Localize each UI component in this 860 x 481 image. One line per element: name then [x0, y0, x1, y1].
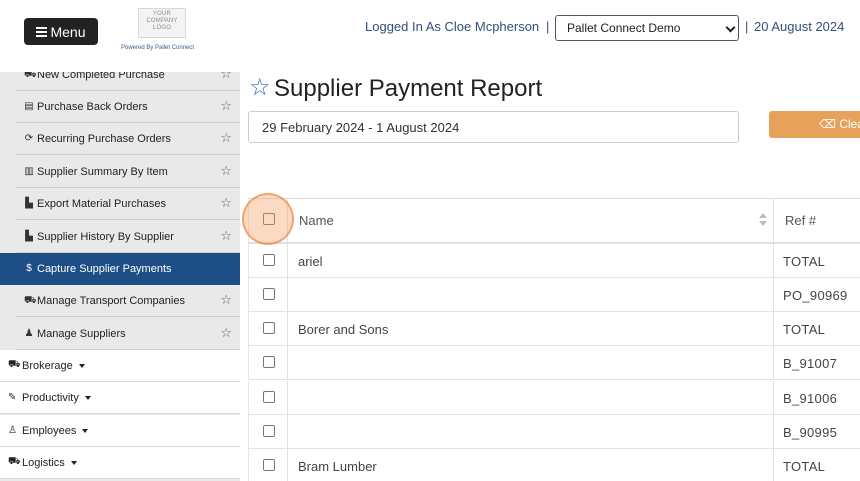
- table-row[interactable]: B_91007: [248, 346, 860, 380]
- star-icon[interactable]: ☆: [220, 229, 232, 242]
- current-date: 20 August 2024: [754, 19, 845, 34]
- company-logo[interactable]: YOUR COMPANY LOGO: [138, 8, 186, 38]
- truck-icon: ⛟: [8, 359, 21, 370]
- separator: |: [745, 19, 749, 34]
- table-row[interactable]: ariel TOTAL: [248, 244, 860, 278]
- cell-ref: B_91007: [783, 356, 838, 371]
- menu-button[interactable]: Menu: [24, 18, 98, 45]
- person-icon: ♙: [8, 425, 17, 436]
- caret-down-icon: [82, 428, 89, 433]
- cell-ref: B_91006: [783, 391, 838, 406]
- clear-button[interactable]: ⌫ Clea: [769, 111, 860, 138]
- sidebar-item-brokerage[interactable]: ⛟ Brokerage: [0, 350, 240, 382]
- caret-down-icon: [70, 460, 77, 465]
- sidebar-item-manage-suppliers[interactable]: ♟ Manage Suppliers ☆: [16, 318, 240, 350]
- caret-down-icon: [78, 363, 85, 368]
- cell-name: Bram Lumber: [298, 459, 377, 474]
- sidebar-item-recurring-purchase-orders[interactable]: ⟳ Recurring Purchase Orders ☆: [16, 123, 240, 155]
- eraser-icon: ⌫: [819, 117, 836, 131]
- row-checkbox[interactable]: [263, 425, 275, 437]
- cell-ref: TOTAL: [783, 459, 826, 474]
- star-icon[interactable]: ☆: [220, 72, 232, 80]
- cell-ref: PO_90969: [783, 288, 848, 303]
- row-checkbox[interactable]: [263, 391, 275, 403]
- favorite-star-icon[interactable]: ☆: [249, 76, 271, 100]
- sidebar: ⛟ New Completed Purchase ☆ ▤ Purchase Ba…: [0, 72, 240, 481]
- sidebar-item-export-material-purchases[interactable]: ▙ Export Material Purchases ☆: [16, 188, 240, 220]
- wrench-icon: ✎: [8, 392, 17, 403]
- building-icon: ▙: [25, 197, 33, 209]
- row-checkbox[interactable]: [263, 356, 275, 368]
- cell-ref: B_90995: [783, 425, 838, 440]
- barcode-icon: ▥: [24, 165, 34, 177]
- cell-ref: TOTAL: [783, 254, 826, 269]
- star-icon[interactable]: ☆: [220, 99, 232, 112]
- hamburger-icon: [36, 27, 48, 37]
- star-icon[interactable]: ☆: [220, 326, 232, 339]
- row-checkbox[interactable]: [263, 254, 275, 266]
- table-row[interactable]: B_91006: [248, 381, 860, 415]
- cell-ref: TOTAL: [783, 322, 826, 337]
- truck-icon: ⛟: [8, 456, 21, 467]
- menu-label: Menu: [50, 23, 86, 40]
- table-row[interactable]: B_90995: [248, 415, 860, 449]
- table-row[interactable]: Bram Lumber TOTAL: [248, 449, 860, 481]
- company-select[interactable]: Pallet Connect Demo: [555, 15, 739, 41]
- caret-down-icon: [84, 395, 91, 400]
- cell-name: Borer and Sons: [298, 322, 389, 337]
- chart-icon: ▙: [25, 230, 33, 242]
- row-checkbox[interactable]: [263, 459, 275, 471]
- top-header: Menu YOUR COMPANY LOGO Powered By Pallet…: [0, 0, 860, 72]
- truck-icon: ⛟: [24, 72, 37, 80]
- sidebar-item-productivity[interactable]: ✎ Productivity: [0, 382, 240, 414]
- table-row[interactable]: PO_90969: [248, 278, 860, 312]
- users-icon: ♟: [24, 327, 34, 339]
- row-checkbox[interactable]: [263, 322, 275, 334]
- logged-in-user: Logged In As Cloe Mcpherson: [365, 19, 540, 34]
- clipboard-icon: ▤: [24, 100, 34, 112]
- sidebar-item-employees[interactable]: ♙ Employees: [0, 415, 240, 447]
- sidebar-item-purchase-back-orders[interactable]: ▤ Purchase Back Orders ☆: [16, 91, 240, 123]
- sidebar-item-new-completed-purchase[interactable]: ⛟ New Completed Purchase ☆: [16, 72, 240, 91]
- sidebar-item-logistics[interactable]: ⛟ Logistics: [0, 447, 240, 479]
- row-checkbox[interactable]: [263, 288, 275, 300]
- column-header-ref[interactable]: Ref #: [785, 213, 816, 228]
- click-highlight-marker: [242, 193, 294, 245]
- table-header: Name Ref #: [248, 199, 860, 244]
- sidebar-item-supplier-summary-by-item[interactable]: ▥ Supplier Summary By Item ☆: [16, 156, 240, 188]
- page-title: Supplier Payment Report: [274, 75, 543, 102]
- payments-table: Name Ref # ariel TOTAL PO_90969 Borer an…: [248, 198, 860, 481]
- powered-by-text: Powered By Pallet Connect: [121, 45, 195, 51]
- sidebar-item-capture-supplier-payments[interactable]: $ Capture Supplier Payments: [0, 253, 240, 285]
- column-header-name[interactable]: Name: [299, 213, 334, 228]
- date-range-input[interactable]: 29 February 2024 - 1 August 2024: [248, 111, 739, 143]
- table-row[interactable]: Borer and Sons TOTAL: [248, 312, 860, 346]
- truck-icon: ⛟: [24, 294, 37, 306]
- cell-name: ariel: [298, 254, 323, 269]
- chevron-down-icon: [725, 22, 736, 33]
- sort-icon[interactable]: [759, 213, 767, 227]
- sidebar-item-manage-transport-companies[interactable]: ⛟ Manage Transport Companies ☆: [16, 285, 240, 317]
- repeat-icon: ⟳: [24, 132, 34, 144]
- dollar-icon: $: [26, 263, 32, 274]
- star-icon[interactable]: ☆: [220, 164, 232, 177]
- sidebar-item-supplier-history-by-supplier[interactable]: ▙ Supplier History By Supplier ☆: [16, 221, 240, 253]
- star-icon[interactable]: ☆: [220, 196, 232, 209]
- star-icon[interactable]: ☆: [220, 131, 232, 144]
- separator: |: [546, 19, 550, 34]
- star-icon[interactable]: ☆: [220, 293, 232, 306]
